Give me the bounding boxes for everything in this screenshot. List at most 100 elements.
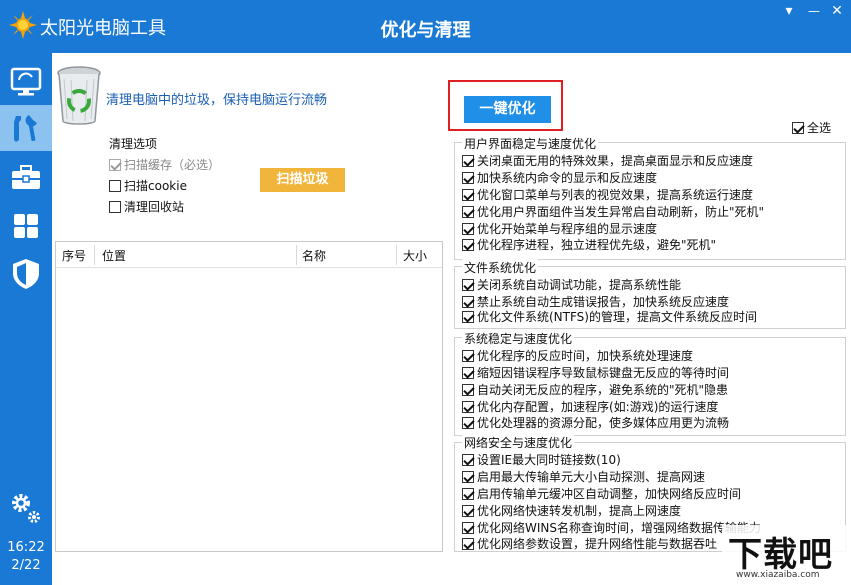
checkbox[interactable] — [462, 222, 474, 235]
one-key-optimize-button[interactable]: 一键优化 — [464, 96, 551, 123]
checkbox[interactable] — [462, 205, 474, 218]
ui-item-4[interactable]: 优化用户界面组件当发生异常启自动刷新，防止"死机" — [462, 203, 764, 220]
clean-options-title: 清理选项 — [109, 137, 158, 151]
settings-button[interactable] — [10, 491, 42, 528]
watermark-url: www.xiazaiba.com — [734, 570, 822, 580]
header-description: 清理电脑中的垃圾，保持电脑运行流畅 — [106, 93, 328, 108]
net-item-1[interactable]: 设置IE最大同时链接数(10) — [462, 451, 621, 468]
ui-item-2[interactable]: 加快系统内命令的显示和反应速度 — [462, 169, 657, 186]
net-item-3[interactable]: 启用传输单元缓冲区自动调整，加快网络反应时间 — [462, 485, 741, 502]
net-item-2[interactable]: 启用最大传输单元大小自动探测、提高网速 — [462, 468, 705, 485]
ui-item-6[interactable]: 优化程序进程，独立进程优先级，避免"死机" — [462, 236, 716, 253]
sys-item-5[interactable]: 优化处理器的资源分配，使多媒体应用更为流畅 — [462, 414, 729, 431]
item-label: 优化处理器的资源分配，使多媒体应用更为流畅 — [477, 416, 730, 430]
ui-item-5[interactable]: 优化开始菜单与程序组的显示速度 — [462, 220, 657, 237]
clock-time: 16:22 — [7, 540, 45, 555]
recycle-bin-icon — [57, 66, 101, 125]
checkbox[interactable] — [462, 295, 474, 308]
checkbox[interactable] — [462, 366, 474, 379]
item-label: 优化文件系统(NTFS)的管理，提高文件系统反应时间 — [477, 310, 757, 324]
group-title-ui: 用户界面稳定与速度优化 — [462, 135, 599, 152]
watermark: 下载吧 www.xiazaiba.com — [722, 525, 846, 583]
watermark-text: 下载吧 — [728, 535, 833, 575]
column-header-name[interactable]: 名称 — [302, 247, 326, 264]
sidebar-item-monitor[interactable] — [0, 59, 52, 105]
item-label: 设置IE最大同时链接数(10) — [477, 453, 621, 467]
checkbox[interactable] — [462, 238, 474, 251]
sys-item-2[interactable]: 缩短因错误程序导致鼠标键盘无反应的等待时间 — [462, 364, 729, 381]
toolbox-icon — [12, 165, 40, 189]
group-title-network: 网络安全与速度优化 — [462, 434, 575, 451]
item-label: 启用最大传输单元大小自动探测、提高网速 — [477, 470, 706, 484]
fs-item-3[interactable]: 优化文件系统(NTFS)的管理，提高文件系统反应时间 — [462, 308, 757, 325]
checkbox[interactable] — [462, 416, 474, 429]
checkbox[interactable] — [462, 537, 474, 550]
ui-item-3[interactable]: 优化窗口菜单与列表的视觉效果，提高系统运行速度 — [462, 186, 753, 203]
option-scan-cache: 扫描缓存（必选） — [109, 156, 220, 173]
scan-junk-button[interactable]: 扫描垃圾 — [260, 168, 345, 192]
sys-item-3[interactable]: 自动关闭无反应的程序，避免系统的"死机"隐患 — [462, 381, 728, 398]
checkbox[interactable] — [462, 400, 474, 413]
select-all-label: 全选 — [807, 121, 832, 135]
gears-icon — [12, 494, 40, 523]
sidebar-item-tools[interactable] — [0, 105, 52, 151]
column-divider[interactable] — [396, 245, 397, 265]
checkbox[interactable] — [462, 470, 474, 483]
column-header-size[interactable]: 大小 — [403, 247, 427, 264]
item-label: 优化网络参数设置，提升网络性能与数据吞吐 — [477, 537, 718, 551]
net-item-4[interactable]: 优化网络快速转发机制，提高上网速度 — [462, 502, 681, 519]
group-title-system: 系统稳定与速度优化 — [462, 330, 575, 347]
checkbox[interactable] — [462, 383, 474, 396]
close-button[interactable]: ✕ — [826, 2, 848, 20]
checkbox[interactable] — [462, 521, 474, 534]
sys-item-4[interactable]: 优化内存配置，加速程序(如:游戏)的运行速度 — [462, 398, 718, 415]
column-divider[interactable] — [94, 245, 95, 265]
menu-dropdown-icon[interactable]: ▾ — [778, 2, 800, 20]
tools-icon — [14, 115, 37, 142]
option-empty-recycle-bin[interactable]: 清理回收站 — [109, 198, 184, 215]
checkbox[interactable] — [462, 349, 474, 362]
sidebar-item-apps[interactable] — [0, 203, 52, 249]
select-all-checkbox-box[interactable] — [792, 121, 804, 134]
option-empty-recycle-bin-checkbox[interactable] — [109, 200, 121, 213]
checkbox[interactable] — [462, 310, 474, 323]
item-label: 优化开始菜单与程序组的显示速度 — [477, 222, 658, 236]
option-scan-cookie[interactable]: 扫描cookie — [109, 177, 187, 194]
column-header-index[interactable]: 序号 — [62, 247, 86, 264]
sidebar-item-toolbox[interactable] — [0, 155, 52, 201]
sidebar-item-security[interactable] — [0, 251, 52, 297]
item-label: 优化网络WINS名称查询时间，增强网络数据传输能力 — [477, 521, 761, 535]
item-label: 关闭桌面无用的特殊效果，提高桌面显示和反应速度 — [477, 154, 754, 168]
results-table[interactable]: 序号 位置 名称 大小 — [55, 241, 443, 552]
column-header-location[interactable]: 位置 — [102, 247, 126, 264]
option-empty-recycle-bin-label: 清理回收站 — [124, 200, 185, 214]
title-bar: 太阳光电脑工具 优化与清理 ▾ — ✕ — [0, 0, 851, 53]
item-label: 缩短因错误程序导致鼠标键盘无反应的等待时间 — [477, 366, 730, 380]
net-item-5[interactable]: 优化网络WINS名称查询时间，增强网络数据传输能力 — [462, 519, 761, 536]
monitor-icon — [10, 67, 42, 96]
clock-date: 2/22 — [11, 558, 41, 573]
ui-item-1[interactable]: 关闭桌面无用的特殊效果，提高桌面显示和反应速度 — [462, 152, 753, 169]
sidebar: 16:22 2/22 — [0, 53, 52, 585]
checkbox[interactable] — [462, 171, 474, 184]
option-scan-cache-label: 扫描缓存（必选） — [124, 158, 221, 172]
item-label: 加快系统内命令的显示和反应速度 — [477, 171, 658, 185]
sys-item-1[interactable]: 优化程序的反应时间，加快系统处理速度 — [462, 347, 693, 364]
option-scan-cookie-label: 扫描cookie — [124, 179, 187, 193]
checkbox[interactable] — [462, 487, 474, 500]
net-item-6[interactable]: 优化网络参数设置，提升网络性能与数据吞吐 — [462, 535, 717, 552]
item-label: 启用传输单元缓冲区自动调整，加快网络反应时间 — [477, 487, 742, 501]
checkbox[interactable] — [462, 188, 474, 201]
checkbox[interactable] — [462, 154, 474, 167]
column-divider[interactable] — [296, 245, 297, 265]
item-label: 自动关闭无反应的程序，避免系统的"死机"隐患 — [477, 383, 729, 397]
minimize-button[interactable]: — — [803, 2, 825, 20]
checkbox[interactable] — [462, 504, 474, 517]
checkbox[interactable] — [462, 278, 474, 291]
fs-item-1[interactable]: 关闭系统自动调试功能，提高系统性能 — [462, 276, 681, 293]
item-label: 关闭系统自动调试功能，提高系统性能 — [477, 278, 682, 292]
checkbox[interactable] — [462, 453, 474, 466]
window-title: 优化与清理 — [380, 20, 471, 41]
select-all-checkbox[interactable]: 全选 — [792, 119, 831, 136]
option-scan-cookie-checkbox[interactable] — [109, 179, 121, 192]
